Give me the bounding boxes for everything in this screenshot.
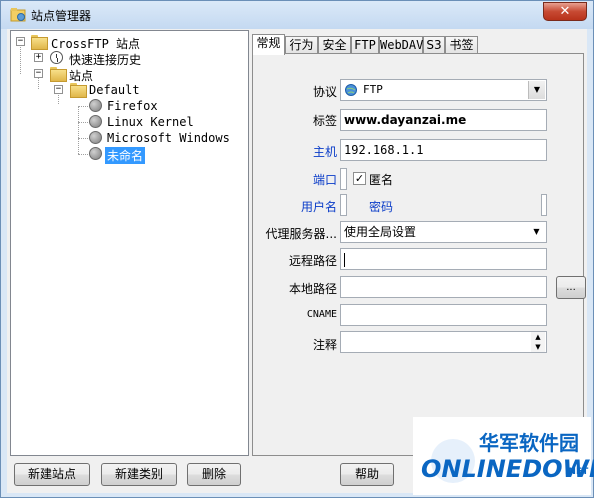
tree-label-site: Firefox xyxy=(107,99,158,113)
collapse-icon[interactable]: − xyxy=(16,37,25,46)
proxy-value: 使用全局设置 xyxy=(344,225,417,239)
window-title: 站点管理器 xyxy=(31,9,92,23)
help-button[interactable]: 帮助 xyxy=(340,463,394,486)
collapse-icon[interactable]: − xyxy=(34,69,43,78)
chevron-down-icon[interactable]: ▼ xyxy=(528,81,545,99)
tab-general[interactable]: 常规 xyxy=(252,34,285,55)
anonymous-label: 匿名 xyxy=(369,173,394,187)
note-label: 注释 xyxy=(312,338,337,352)
tab-s3[interactable]: S3 xyxy=(423,36,445,54)
cname-input[interactable] xyxy=(340,304,547,326)
cname-label: CNAME xyxy=(306,309,337,320)
username-label: 用户名 xyxy=(300,200,337,214)
folder-icon xyxy=(50,67,67,82)
tree-label-default: Default xyxy=(89,83,140,97)
tab-security[interactable]: 安全 xyxy=(318,36,351,54)
remote-path-label: 远程路径 xyxy=(288,254,337,268)
collapse-icon[interactable]: − xyxy=(54,85,63,94)
username-input[interactable] xyxy=(340,194,347,216)
watermark-tld: .NET xyxy=(565,467,589,477)
host-label: 主机 xyxy=(312,145,337,159)
browse-button[interactable]: ... xyxy=(556,276,586,299)
folder-icon xyxy=(70,83,87,98)
site-tree[interactable]: − CrossFTP 站点 + 快速连接历史 − 站点 − Default Fi… xyxy=(10,30,249,456)
tag-label: 标签 xyxy=(312,114,337,128)
site-icon xyxy=(89,99,102,112)
text-cursor xyxy=(344,252,345,267)
watermark-cn: 华军软件园 xyxy=(479,431,579,455)
site-manager-window: 站点管理器 ✕ − CrossFTP 站点 + 快速连接历史 − 站点 − De… xyxy=(0,0,594,498)
folder-icon xyxy=(31,35,48,50)
site-icon xyxy=(89,147,102,160)
onlinedown-watermark: 华军软件园 ONLINEDOWN .NET xyxy=(413,417,594,495)
anonymous-checkbox[interactable]: ✓ xyxy=(353,172,366,185)
site-manager-icon xyxy=(10,8,26,22)
tree-node-default[interactable]: − Default xyxy=(11,82,241,98)
tree-node-sites[interactable]: − 站点 xyxy=(11,66,241,83)
tree-node-site[interactable]: Linux Kernel xyxy=(11,114,241,130)
site-icon xyxy=(89,131,102,144)
local-path-label: 本地路径 xyxy=(288,282,337,296)
scroll-up-icon[interactable]: ▲ xyxy=(531,332,545,342)
tree-node-site-selected[interactable]: 未命名 xyxy=(11,146,241,164)
tab-behavior[interactable]: 行为 xyxy=(285,36,318,54)
port-input[interactable] xyxy=(340,168,347,190)
clock-icon xyxy=(50,51,63,64)
site-icon xyxy=(89,115,102,128)
proxy-label: 代理服务器... xyxy=(265,227,337,241)
expand-icon[interactable]: + xyxy=(34,53,43,62)
host-input[interactable]: 192.168.1.1 xyxy=(340,139,547,161)
password-input[interactable] xyxy=(541,194,547,216)
new-site-button[interactable]: 新建站点 xyxy=(14,463,90,486)
tree-label-site: Microsoft Windows xyxy=(107,131,230,145)
new-category-button[interactable]: 新建类别 xyxy=(101,463,177,486)
tree-node-site[interactable]: Microsoft Windows xyxy=(11,130,241,146)
tree-node-root[interactable]: − CrossFTP 站点 xyxy=(11,34,241,51)
general-panel: 协议 FTP ▼ 标签 www.dayanzai.me 主机 192.168.1… xyxy=(252,53,586,456)
tag-input[interactable]: www.dayanzai.me xyxy=(340,109,547,131)
title-bar[interactable]: 站点管理器 ✕ xyxy=(1,1,593,29)
globe-icon xyxy=(345,84,357,96)
tab-webdav[interactable]: WebDAV xyxy=(379,36,423,54)
protocol-value: FTP xyxy=(363,83,383,96)
protocol-select[interactable]: FTP ▼ xyxy=(340,79,547,101)
password-label: 密码 xyxy=(369,200,394,214)
port-label: 端口 xyxy=(312,173,337,187)
delete-button[interactable]: 删除 xyxy=(187,463,241,486)
tree-node-history[interactable]: + 快速连接历史 xyxy=(11,50,241,67)
tree-label-site: Linux Kernel xyxy=(107,115,194,129)
tab-bookmarks[interactable]: 书签 xyxy=(445,36,478,54)
protocol-label: 协议 xyxy=(312,85,337,99)
tree-label-site: 未命名 xyxy=(105,147,146,164)
note-input[interactable]: ▲ ▼ xyxy=(340,331,547,353)
tree-node-site[interactable]: Firefox xyxy=(11,98,241,114)
remote-path-input[interactable] xyxy=(340,248,547,270)
proxy-select[interactable]: 使用全局设置 ▼ xyxy=(340,221,547,243)
tab-ftp[interactable]: FTP xyxy=(351,36,379,54)
chevron-down-icon[interactable]: ▼ xyxy=(528,223,545,241)
close-button[interactable]: ✕ xyxy=(543,2,587,21)
local-path-input[interactable] xyxy=(340,276,547,298)
scroll-down-icon[interactable]: ▼ xyxy=(531,342,545,352)
